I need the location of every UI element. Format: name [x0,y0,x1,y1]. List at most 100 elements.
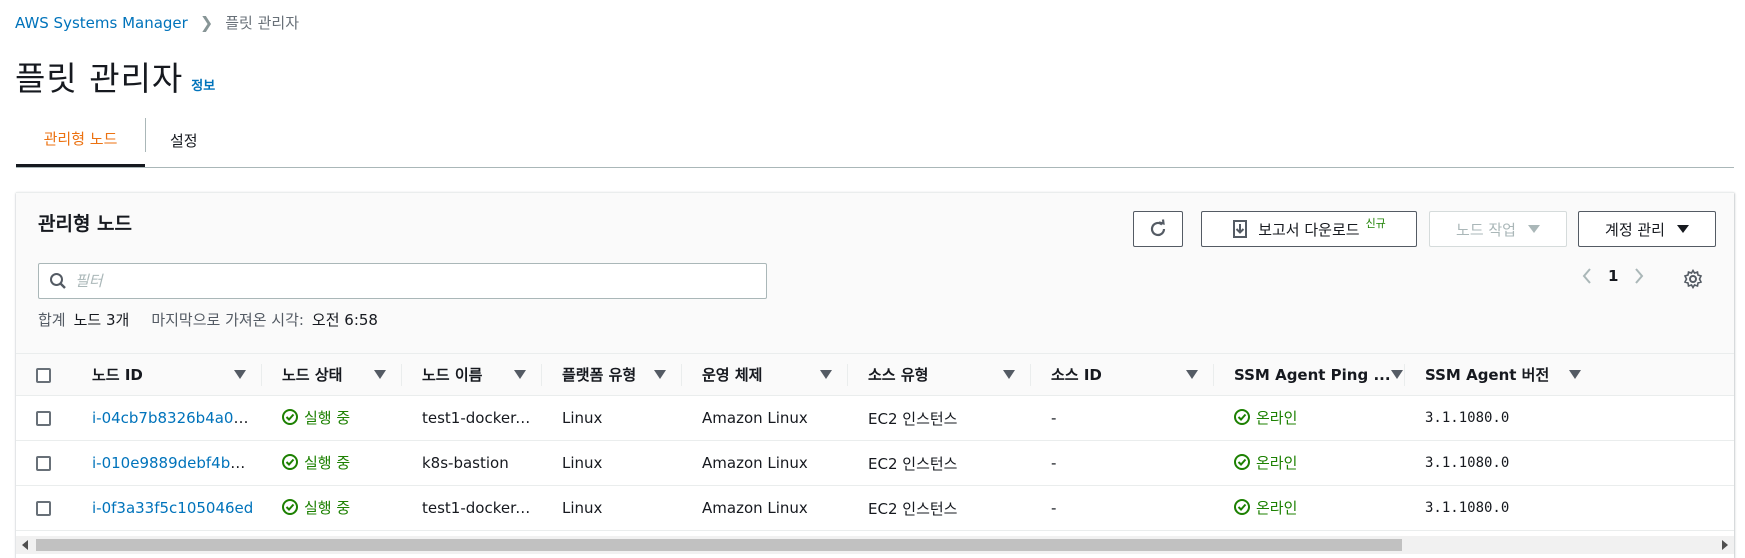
agent-version: 3.1.1080.0 [1425,410,1510,426]
gear-icon[interactable] [1683,269,1703,289]
column-header[interactable]: 운영 체제 [682,354,848,396]
row-checkbox[interactable] [36,456,51,471]
page-number[interactable]: 1 [1608,267,1618,285]
chevron-right-icon[interactable] [1634,268,1644,284]
column-header[interactable]: 플랫폼 유형 [542,354,682,396]
new-badge: 신규 [1365,217,1386,230]
source-id: - [1051,454,1057,472]
column-header[interactable]: SSM Agent Ping ... [1214,354,1405,396]
sort-icon [654,370,666,379]
node-name: test1-docker-... [422,409,536,427]
check-circle-icon [282,454,298,471]
check-circle-icon [1234,454,1250,471]
account-management-button[interactable]: 계정 관리 [1578,211,1716,247]
platform-type: Linux [562,499,603,517]
node-status: 실행 중 [282,497,350,518]
tab-bar: 관리형 노드 설정 [16,112,1734,168]
row-checkbox[interactable] [36,501,51,516]
download-icon [1233,220,1248,238]
scrollbar-thumb[interactable] [36,539,1402,551]
sort-icon [1390,370,1403,379]
node-id-link[interactable]: i-0f3a33f5c105046ed [92,499,253,517]
chevron-left-icon[interactable] [1582,268,1592,284]
fetched-value: 오전 6:58 [311,311,378,329]
download-report-button[interactable]: 보고서 다운로드 신규 [1201,211,1417,247]
scroll-right-icon[interactable] [1722,540,1728,550]
table-header-row: 노드 ID 노드 상태 노드 이름 플랫폼 유형 운영 체제 소스 유형 소스 … [16,353,1734,396]
agent-version: 3.1.1080.0 [1425,455,1510,471]
column-header[interactable]: 노드 상태 [262,354,402,396]
operating-system: Amazon Linux [702,409,808,427]
select-all-checkbox[interactable] [36,367,51,383]
operating-system: Amazon Linux [702,454,808,472]
row-checkbox[interactable] [36,411,51,426]
node-name: k8s-bastion [422,454,509,472]
check-circle-icon [1234,409,1250,426]
title-row: 플릿 관리자 정보 [15,52,215,100]
account-management-label: 계정 관리 [1605,220,1665,239]
node-status: 실행 중 [282,407,350,428]
summary-line: 합계 노드 3개 마지막으로 가져온 시각: 오전 6:58 [38,309,386,330]
fleet-manager-page: AWS Systems Manager ❯ 플릿 관리자 플릿 관리자 정보 관… [0,0,1745,558]
download-label: 보고서 다운로드 [1258,220,1360,239]
ping-status: 온라인 [1234,497,1297,518]
node-action-label: 노드 작업 [1456,220,1516,239]
managed-nodes-panel: 관리형 노드 보고서 다운로드 신규 노드 작업 계정 관리 필터 1 합계 노… [16,192,1734,558]
horizontal-scrollbar[interactable] [16,536,1734,554]
search-icon [50,273,66,289]
table-row[interactable]: i-0f3a33f5c105046ed 실행 중 test1-docker-..… [16,486,1734,531]
refresh-button[interactable] [1133,211,1183,247]
table-row[interactable]: i-010e9889debf4b50a 실행 중 k8s-bastion Lin… [16,441,1734,486]
tab-managed-nodes[interactable]: 관리형 노드 [16,112,145,167]
panel-header: 관리형 노드 보고서 다운로드 신규 노드 작업 계정 관리 필터 1 합계 노… [16,193,1734,353]
nodes-table: 노드 ID 노드 상태 노드 이름 플랫폼 유형 운영 체제 소스 유형 소스 … [16,353,1734,531]
scroll-left-icon[interactable] [22,540,28,550]
agent-version: 3.1.1080.0 [1425,500,1510,516]
info-link[interactable]: 정보 [191,75,215,94]
node-id-link[interactable]: i-04cb7b8326b4a0661 [92,409,262,427]
table-row[interactable]: i-04cb7b8326b4a0661 실행 중 test1-docker-..… [16,396,1734,441]
sort-icon [374,370,386,379]
sort-icon [234,370,246,379]
check-circle-icon [282,499,298,516]
source-id: - [1051,499,1057,517]
column-header[interactable]: SSM Agent 버전 [1405,354,1734,396]
sort-icon [1003,370,1015,379]
node-name: test1-docker-... [422,499,536,517]
sort-icon [514,370,526,379]
chevron-right-icon: ❯ [199,13,214,32]
source-type: EC2 인스턴스 [868,409,958,428]
filter-box [38,263,767,299]
breadcrumb-current: 플릿 관리자 [225,14,300,32]
operating-system: Amazon Linux [702,499,808,517]
column-header[interactable]: 소스 유형 [848,354,1031,396]
check-circle-icon [282,409,298,426]
platform-type: Linux [562,454,603,472]
sort-icon [820,370,832,379]
breadcrumb-root-link[interactable]: AWS Systems Manager [15,14,188,32]
tab-settings[interactable]: 설정 [170,112,198,168]
ping-status: 온라인 [1234,407,1297,428]
page-title: 플릿 관리자 [15,59,184,98]
sort-icon [1569,370,1582,379]
source-type: EC2 인스턴스 [868,454,958,473]
breadcrumb: AWS Systems Manager ❯ 플릿 관리자 [15,12,299,33]
tab-divider [145,118,146,152]
total-label: 합계 [38,311,66,329]
node-id-link[interactable]: i-010e9889debf4b50a [92,454,259,472]
pagination: 1 [1582,267,1644,285]
caret-down-icon [1527,225,1540,233]
total-value: 노드 3개 [73,311,130,329]
node-action-button[interactable]: 노드 작업 [1429,211,1567,247]
fetched-label: 마지막으로 가져온 시각: [151,311,304,329]
column-header[interactable]: 노드 ID [74,354,262,396]
section-title: 관리형 노드 [38,213,133,235]
caret-down-icon [1676,225,1689,233]
sort-icon [1186,370,1198,379]
column-header[interactable]: 소스 ID [1031,354,1214,396]
filter-input[interactable] [75,270,755,292]
source-type: EC2 인스턴스 [868,499,958,518]
platform-type: Linux [562,409,603,427]
source-id: - [1051,409,1057,427]
column-header[interactable]: 노드 이름 [402,354,542,396]
